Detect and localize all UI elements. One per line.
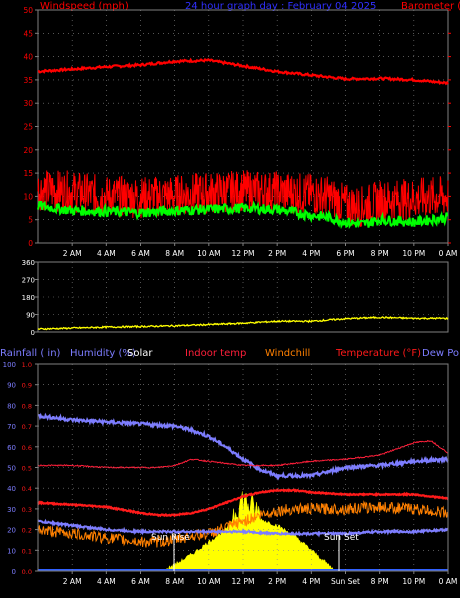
weather-graph: Windspeed (mph) 24 hour graph day : Febr…: [0, 0, 460, 598]
y-tick-label: 50: [23, 6, 33, 15]
x-tick-label: 4 AM: [97, 249, 116, 258]
x-tick-label: 8 AM: [165, 577, 184, 586]
y-tick-label: 90: [7, 382, 16, 390]
legend-solar: Solar: [127, 348, 153, 359]
y-tick-label: 0: [12, 568, 16, 576]
x-tick-label: 2 AM: [63, 249, 82, 258]
rainfall-tick-label: 0.1: [22, 547, 32, 555]
rainfall-tick-label: 0.5: [22, 465, 32, 473]
x-tick-label: 10 AM: [197, 249, 221, 258]
x-tick-label: 6 PM: [336, 249, 354, 258]
x-tick-label: 4 PM: [302, 249, 320, 258]
y-tick-label: 100: [3, 361, 16, 369]
x-tick-label: 0 AM: [439, 249, 458, 258]
y-tick-label: 180: [22, 294, 35, 302]
y-tick-label: 20: [23, 146, 33, 155]
y-tick-label: 10: [7, 547, 16, 555]
x-tick-label: Sun Set: [331, 577, 360, 586]
y-tick-label: 5: [28, 216, 33, 225]
y-tick-label: 360: [22, 259, 35, 267]
x-tick-label: 10 PM: [402, 249, 425, 258]
sun-set-label: Sun Set: [324, 533, 359, 543]
x-tick-label: 10 PM: [402, 577, 425, 586]
x-tick-label: 6 AM: [131, 577, 150, 586]
y-tick-label: 0: [28, 239, 33, 248]
x-tick-label: 12 PM: [232, 249, 255, 258]
x-tick-label: 2 AM: [63, 577, 82, 586]
x-tick-label: 6 AM: [131, 249, 150, 258]
y-tick-label: 80: [7, 402, 16, 410]
rainfall-tick-label: 1.0: [22, 361, 32, 369]
y-tick-label: 40: [7, 485, 16, 493]
x-tick-label: 4 PM: [302, 577, 320, 586]
y-tick-label: 30: [7, 506, 16, 514]
y-tick-label: 35: [23, 76, 33, 85]
y-tick-label: 45: [23, 29, 33, 38]
y-tick-label: 30: [23, 99, 33, 108]
rainfall-tick-label: 0.0: [22, 568, 32, 576]
y-tick-label: 10: [23, 192, 33, 201]
legend-dewpoint: Dew Po: [422, 348, 459, 359]
x-tick-label: 12 PM: [232, 577, 255, 586]
legend-temperature: Temperature (°F): [335, 348, 421, 359]
x-tick-label: 10 AM: [197, 577, 221, 586]
x-tick-label: 8 AM: [165, 249, 184, 258]
rainfall-tick-label: 0.7: [22, 423, 32, 431]
rainfall-tick-label: 0.3: [22, 506, 32, 514]
y-tick-label: 270: [22, 277, 35, 285]
rainfall-tick-label: 0.6: [22, 444, 32, 452]
x-tick-label: 4 AM: [97, 577, 116, 586]
x-tick-label: 2 PM: [268, 249, 286, 258]
y-tick-label: 20: [7, 527, 16, 535]
y-tick-label: 60: [7, 444, 16, 452]
x-tick-label: 0 AM: [439, 577, 458, 586]
y-tick-label: 90: [26, 312, 35, 320]
legend-rainfall: Rainfall ( in): [0, 348, 61, 359]
y-tick-label: 0: [31, 329, 35, 337]
y-tick-label: 40: [23, 53, 33, 62]
rainfall-tick-label: 0.9: [22, 382, 32, 390]
x-tick-label: 8 PM: [371, 249, 389, 258]
y-tick-label: 50: [7, 465, 16, 473]
rainfall-tick-label: 0.8: [22, 402, 32, 410]
y-tick-label: 25: [23, 123, 33, 132]
y-tick-label: 15: [23, 169, 33, 178]
legend-indoor-temp: Indoor temp: [185, 348, 246, 359]
rainfall-tick-label: 0.2: [22, 527, 32, 535]
legend-windchill: Windchill: [265, 348, 310, 359]
rainfall-tick-label: 0.4: [22, 485, 32, 493]
x-tick-label: 8 PM: [371, 577, 389, 586]
y-tick-label: 70: [7, 423, 16, 431]
sun-rise-label: Sun Rise: [151, 533, 190, 543]
x-tick-label: 2 PM: [268, 577, 286, 586]
